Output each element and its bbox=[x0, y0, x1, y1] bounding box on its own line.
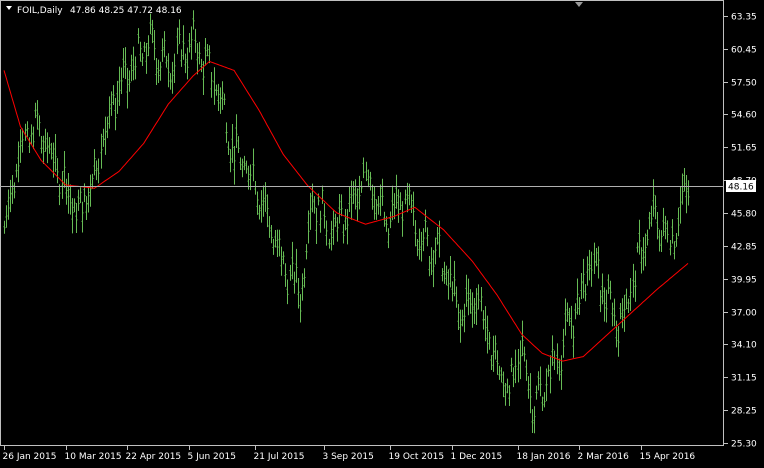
ohlc-values-label: 47.86 48.25 47.72 48.16 bbox=[70, 6, 182, 16]
price-axis-label: 45.80 bbox=[731, 210, 757, 220]
current-price-label: 48.16 bbox=[728, 183, 754, 193]
symbol-timeframe-label: FOIL,Daily bbox=[17, 6, 63, 16]
price-axis-label: 39.95 bbox=[731, 276, 757, 286]
price-axis-label: 42.85 bbox=[731, 243, 757, 253]
price-chart[interactable]: 63.3560.4557.5054.6051.6548.7045.8042.85… bbox=[0, 0, 764, 464]
price-axis-label: 28.25 bbox=[731, 407, 757, 417]
price-axis-label: 63.35 bbox=[731, 13, 757, 23]
price-axis-label: 31.15 bbox=[731, 374, 757, 384]
time-axis-label: 5 Jun 2015 bbox=[188, 452, 236, 462]
time-axis-label: 10 Mar 2015 bbox=[65, 452, 122, 462]
time-axis-label: 19 Oct 2015 bbox=[389, 452, 445, 462]
time-axis-label: 3 Sep 2015 bbox=[323, 452, 374, 462]
price-axis-label: 51.65 bbox=[731, 144, 757, 154]
time-axis-label: 22 Apr 2015 bbox=[126, 452, 182, 462]
price-axis-label: 54.60 bbox=[731, 111, 757, 121]
chart-background bbox=[0, 0, 764, 464]
chart-canvas[interactable]: 63.3560.4557.5054.6051.6548.7045.8042.85… bbox=[0, 0, 764, 464]
price-axis-label: 25.30 bbox=[731, 440, 757, 450]
time-axis-label: 15 Apr 2016 bbox=[640, 452, 696, 462]
time-axis-label: 26 Jan 2015 bbox=[3, 452, 57, 462]
price-axis-label: 57.50 bbox=[731, 79, 757, 89]
time-axis-label: 21 Jul 2015 bbox=[254, 452, 305, 462]
price-axis-label: 37.00 bbox=[731, 309, 757, 319]
time-axis-label: 2 Mar 2016 bbox=[578, 452, 630, 462]
time-axis-label: 1 Dec 2015 bbox=[451, 452, 503, 462]
time-axis-label: 18 Jan 2016 bbox=[517, 452, 571, 462]
price-axis-label: 60.45 bbox=[731, 46, 757, 56]
price-axis-label: 34.10 bbox=[731, 341, 757, 351]
